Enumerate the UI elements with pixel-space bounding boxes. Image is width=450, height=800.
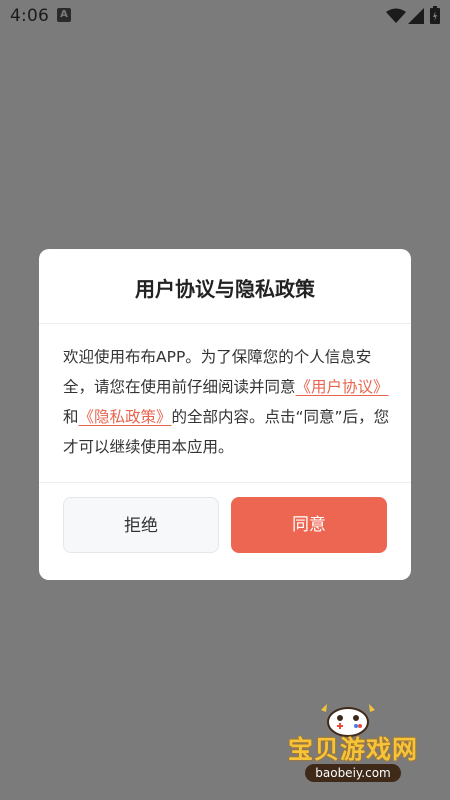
dialog-message: 欢迎使用布布APP。为了保障您的个人信息安全，请您在使用前仔细阅读并同意《用户协… [63,342,391,462]
message-conjunction: 和 [63,408,79,426]
status-bar: 4:06 A [0,0,450,32]
privacy-dialog: 用户协议与隐私政策 欢迎使用布布APP。为了保障您的个人信息安全，请您在使用前仔… [39,249,411,580]
privacy-policy-link[interactable]: 《隐私政策》 [79,408,172,426]
agree-button[interactable]: 同意 [231,497,387,553]
battery-icon [430,6,440,24]
watermark-url: baobeiy.com [305,764,401,782]
signal-icon [408,8,424,24]
watermark-title: 宝贝游戏网 [287,735,418,764]
dialog-title: 用户协议与隐私政策 [135,277,315,301]
user-agreement-link[interactable]: 《用户协议》 [296,378,389,396]
watermark: 宝贝游戏网 baobeiy.com [268,700,438,792]
notification-icon: A [57,8,71,22]
reject-button[interactable]: 拒绝 [63,497,219,553]
status-time: 4:06 [10,6,49,26]
wifi-icon [386,8,406,23]
buttons-divider [39,482,411,483]
title-divider [39,323,411,324]
